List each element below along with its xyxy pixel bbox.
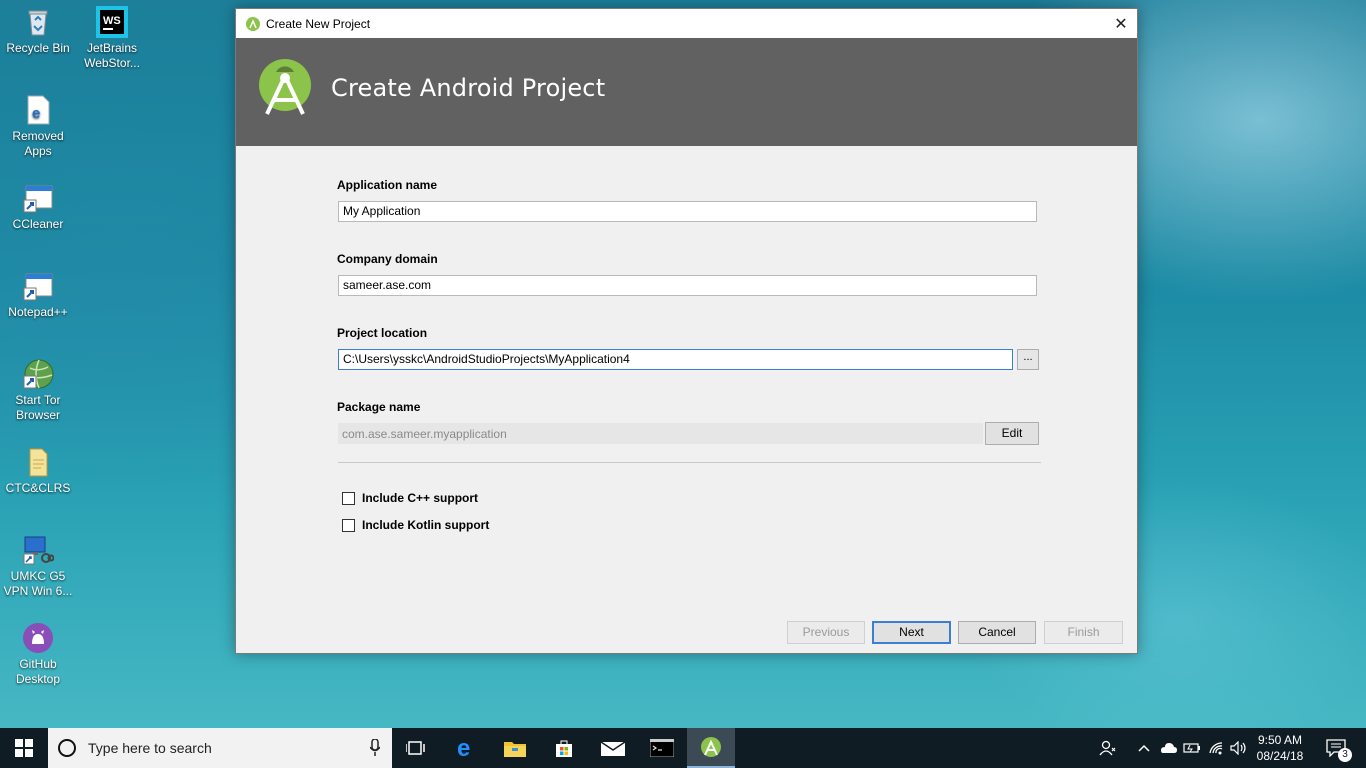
- people-icon: [1099, 740, 1116, 756]
- webstorm-icon: WS: [96, 6, 128, 38]
- close-icon[interactable]: ✕: [1105, 9, 1137, 38]
- desktop-icon-label: CTC&CLRS: [5, 481, 71, 495]
- document-icon: [22, 446, 54, 478]
- application-name-input[interactable]: My Application: [338, 201, 1037, 222]
- edge-icon: e: [457, 737, 470, 759]
- network-icon: [22, 534, 55, 566]
- globe-icon: [22, 358, 54, 390]
- desktop-icon-label: JetBrains WebStor...: [84, 41, 140, 70]
- desktop-icon-label: Start Tor Browser: [15, 393, 61, 422]
- shortcut-app-icon: [22, 270, 54, 302]
- clock-time: 9:50 AM: [1257, 733, 1303, 747]
- desktop-icon-notepadpp[interactable]: Notepad++: [0, 270, 76, 320]
- html-file-icon: e: [22, 94, 54, 126]
- notification-count-badge: 3: [1338, 748, 1352, 762]
- finish-button[interactable]: Finish: [1044, 621, 1123, 644]
- svg-text:WS: WS: [103, 15, 121, 27]
- wifi-icon: [1209, 742, 1223, 755]
- show-hidden-icons-button[interactable]: [1134, 728, 1154, 768]
- package-name-label: Package name: [337, 400, 421, 414]
- cmd-icon: [650, 739, 674, 757]
- desktop-icon-label: GitHub Desktop: [15, 657, 61, 686]
- company-domain-input[interactable]: sameer.ase.com: [338, 275, 1037, 296]
- file-explorer-button[interactable]: [491, 728, 539, 768]
- task-view-button[interactable]: [392, 728, 440, 768]
- people-button[interactable]: [1096, 728, 1120, 768]
- desktop-icon-label: Recycle Bin: [6, 41, 70, 55]
- package-name-value: com.ase.sameer.myapplication: [338, 423, 983, 444]
- include-kotlin-label[interactable]: Include Kotlin support: [362, 518, 489, 532]
- taskbar-search-box[interactable]: Type here to search: [48, 728, 392, 768]
- project-form: Application name My Application Company …: [236, 146, 1137, 653]
- cloud-icon: [1161, 743, 1177, 753]
- desktop-icon-label: CCleaner: [12, 217, 64, 231]
- cancel-button[interactable]: Cancel: [958, 621, 1036, 644]
- android-studio-logo-icon: [259, 59, 311, 115]
- battery-icon: [1183, 743, 1200, 753]
- windows-icon: [15, 739, 33, 757]
- dialog-titlebar[interactable]: Create New Project ✕: [236, 9, 1137, 38]
- start-button[interactable]: [0, 728, 48, 768]
- mail-icon: [601, 741, 625, 756]
- include-cpp-label[interactable]: Include C++ support: [362, 491, 478, 505]
- desktop-icon-label: UMKC G5 VPN Win 6...: [3, 569, 73, 598]
- shortcut-app-icon: [22, 182, 54, 214]
- command-prompt-button[interactable]: [638, 728, 686, 768]
- wifi-button[interactable]: [1205, 728, 1227, 768]
- desktop-icon-label: Notepad++: [8, 305, 68, 319]
- store-button[interactable]: [540, 728, 588, 768]
- microphone-icon[interactable]: [370, 739, 380, 757]
- dialog-header: Create Android Project: [236, 38, 1137, 146]
- project-location-input[interactable]: C:\Users\ysskc\AndroidStudioProjects\MyA…: [338, 349, 1013, 370]
- cortana-icon: [58, 739, 76, 757]
- page-title: Create Android Project: [331, 74, 606, 102]
- android-studio-icon: [246, 16, 260, 31]
- github-icon: [22, 622, 54, 654]
- mail-button[interactable]: [589, 728, 637, 768]
- include-kotlin-checkbox[interactable]: [342, 519, 355, 532]
- browse-location-button[interactable]: ...: [1017, 349, 1039, 370]
- include-cpp-checkbox[interactable]: [342, 492, 355, 505]
- svg-text:e: e: [32, 105, 40, 122]
- desktop-icon-label: Removed Apps: [12, 129, 64, 158]
- edge-button[interactable]: e: [442, 728, 490, 768]
- project-location-label: Project location: [337, 326, 428, 340]
- file-explorer-icon: [504, 742, 526, 757]
- desktop-icon-ctc-clrs[interactable]: CTC&CLRS: [0, 446, 76, 496]
- search-placeholder: Type here to search: [88, 740, 212, 756]
- battery-button[interactable]: [1181, 728, 1203, 768]
- android-studio-icon: [701, 737, 721, 757]
- volume-icon: [1230, 741, 1246, 755]
- desktop-icon-tor-browser[interactable]: Start Tor Browser: [0, 358, 76, 423]
- svg-text:e: e: [457, 737, 470, 759]
- desktop-icon-ccleaner[interactable]: CCleaner: [0, 182, 76, 232]
- volume-button[interactable]: [1228, 728, 1250, 768]
- clock-date: 08/24/18: [1256, 749, 1304, 763]
- company-domain-label: Company domain: [337, 252, 438, 266]
- chevron-up-icon: [1138, 744, 1150, 752]
- recycle-bin-icon: [22, 6, 54, 38]
- edit-package-button[interactable]: Edit: [985, 422, 1039, 445]
- desktop-icon-recycle-bin[interactable]: Recycle Bin: [0, 6, 76, 56]
- desktop-icon-umkc-vpn[interactable]: UMKC G5 VPN Win 6...: [0, 534, 76, 599]
- clock[interactable]: 9:50 AM 08/24/18: [1250, 732, 1310, 764]
- divider: [338, 462, 1041, 463]
- desktop-icon-removed-apps[interactable]: e Removed Apps: [0, 94, 76, 159]
- desktop-icon-webstorm[interactable]: WS JetBrains WebStor...: [74, 6, 150, 71]
- taskbar: Type here to search e 9:50 AM 08/24/18 3: [0, 728, 1366, 768]
- store-icon: [556, 740, 572, 757]
- desktop-icon-github-desktop[interactable]: GitHub Desktop: [0, 622, 76, 687]
- create-new-project-dialog: Create New Project ✕ Create Android Proj…: [235, 8, 1138, 654]
- application-name-label: Application name: [337, 178, 438, 192]
- onedrive-button[interactable]: [1157, 728, 1179, 768]
- action-center-button[interactable]: 3: [1318, 728, 1354, 768]
- android-studio-taskbar-button[interactable]: [687, 728, 735, 768]
- next-button[interactable]: Next: [872, 621, 951, 644]
- dialog-title: Create New Project: [266, 16, 371, 31]
- previous-button[interactable]: Previous: [787, 621, 865, 644]
- task-view-icon: [406, 741, 425, 755]
